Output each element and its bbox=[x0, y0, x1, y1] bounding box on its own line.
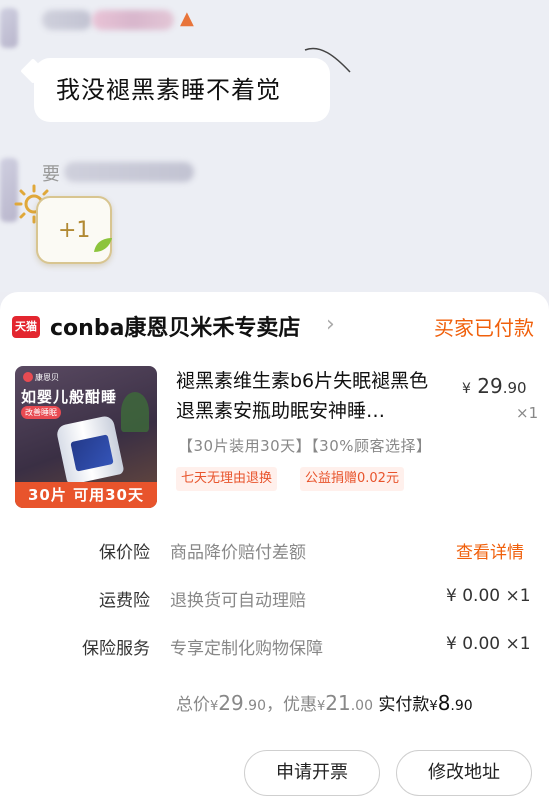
price-symbol: ¥ bbox=[462, 381, 471, 397]
sender-name-blur bbox=[64, 162, 194, 182]
sender-name-blur bbox=[92, 10, 174, 30]
price-int: 29 bbox=[477, 374, 503, 398]
paid-label: 实付款 bbox=[378, 695, 430, 715]
shop-name[interactable]: conba康恩贝米禾专卖店 bbox=[50, 310, 300, 342]
insurance-service-desc: 专享定制化购物保障 bbox=[170, 639, 323, 659]
sender-name-blur bbox=[42, 10, 92, 30]
sticker-text: +1 bbox=[58, 218, 91, 243]
chat-message-text: 我没褪黑素睡不着觉 bbox=[56, 76, 281, 104]
tmall-logo-icon: 天猫 bbox=[12, 316, 40, 338]
total-label: 总价 bbox=[176, 695, 210, 715]
view-details-link[interactable]: 查看详情 bbox=[456, 538, 524, 563]
request-invoice-button[interactable]: 申请开票 bbox=[244, 750, 380, 796]
chat-message-bubble[interactable]: 我没褪黑素睡不着觉 bbox=[34, 58, 330, 122]
order-summary: 总价¥29.90，优惠¥21.00 实付款¥8.90 bbox=[176, 690, 473, 715]
chevron-right-icon[interactable]: › bbox=[326, 312, 335, 337]
shipping-insurance-amount: ¥ 0.00 ×1 bbox=[446, 586, 531, 606]
total-int: 29 bbox=[218, 691, 244, 715]
avatar[interactable] bbox=[0, 8, 18, 48]
product-sku: 【30片装用30天】【30%顾客选择】 bbox=[178, 437, 432, 455]
change-address-button[interactable]: 修改地址 bbox=[396, 750, 532, 796]
sender-name-prefix: 要 bbox=[42, 164, 60, 185]
price-protection-label: 保价险 bbox=[99, 543, 150, 563]
fire-icon: ▲ bbox=[180, 8, 194, 29]
shipping-insurance-desc: 退换货可自动理赔 bbox=[170, 591, 306, 611]
paid-dec: .90 bbox=[450, 698, 473, 714]
price-dec: .90 bbox=[502, 379, 527, 397]
discount-int: 21 bbox=[325, 691, 351, 715]
order-status: 买家已付款 bbox=[434, 316, 534, 340]
image-title-text: 如婴儿般酣睡 bbox=[21, 388, 118, 406]
paid-amount: 实付款¥8.90 bbox=[378, 691, 473, 715]
product-image[interactable]: 康恩贝 如婴儿般酣睡 改善睡眠 30片 可用30天 bbox=[15, 366, 157, 508]
image-banner-text: 30片 可用30天 bbox=[15, 482, 157, 508]
discount-dec: .00 bbox=[350, 698, 373, 714]
shipping-insurance-label: 运费险 bbox=[99, 591, 150, 611]
tag-charity: 公益捐赠0.02元 bbox=[300, 467, 404, 491]
leaf-icon bbox=[94, 238, 112, 252]
total-dec: .90 bbox=[243, 698, 266, 714]
discount-label: ，优惠 bbox=[266, 695, 317, 715]
product-title[interactable]: 褪黑素维生素b6片失眠褪黑色退黑素安瓶助眠安神睡… bbox=[176, 366, 446, 426]
insurance-service-label: 保险服务 bbox=[82, 639, 150, 659]
insurance-service-amount: ¥ 0.00 ×1 bbox=[446, 634, 531, 654]
yen-symbol: ¥ bbox=[429, 699, 438, 714]
scribble-decoration bbox=[304, 47, 351, 73]
image-brand-text: 康恩贝 bbox=[35, 373, 59, 382]
product-quantity: ×1 bbox=[516, 404, 539, 422]
product-price: ¥ 29.90 bbox=[462, 374, 527, 398]
chat-area: ▲ 我没褪黑素睡不着觉 要 +1 bbox=[0, 0, 549, 292]
plant-decoration bbox=[121, 392, 149, 432]
paid-int: 8 bbox=[437, 691, 451, 715]
brand-logo-icon bbox=[23, 372, 33, 382]
tag-return-policy: 七天无理由退换 bbox=[176, 467, 278, 491]
price-protection-desc: 商品降价赔付差额 bbox=[170, 543, 306, 563]
order-card[interactable]: 天猫 conba康恩贝米禾专卖店 › 买家已付款 康恩贝 如婴儿般酣睡 改善睡眠… bbox=[0, 292, 549, 800]
image-tag-text: 改善睡眠 bbox=[21, 406, 61, 419]
